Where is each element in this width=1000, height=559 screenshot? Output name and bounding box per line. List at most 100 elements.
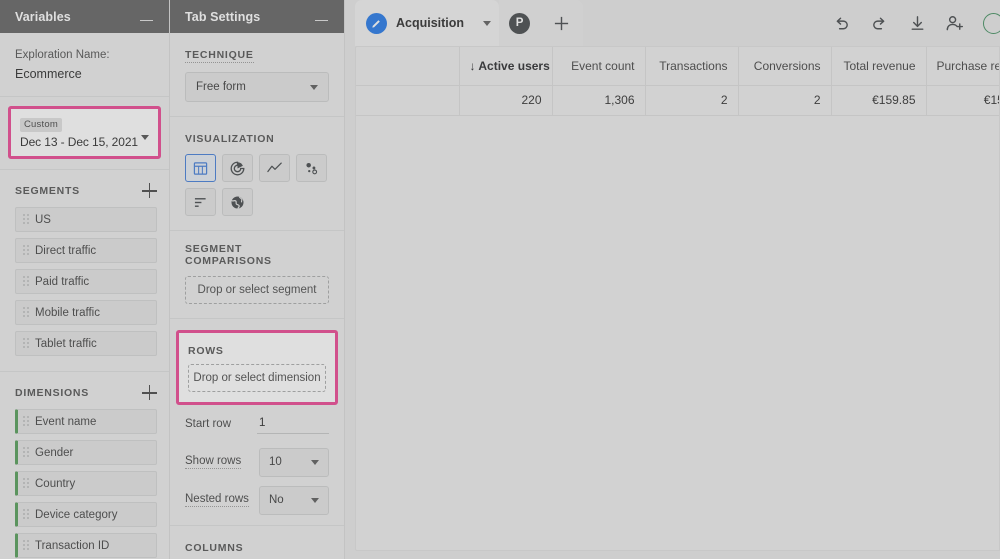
dimensions-header: DIMENSIONS	[15, 385, 157, 400]
segment-chip-us[interactable]: US	[15, 207, 157, 232]
chevron-down-icon	[141, 134, 149, 140]
table-chart-icon[interactable]	[185, 154, 216, 182]
segment-chip-mobile-traffic[interactable]: Mobile traffic	[15, 300, 157, 325]
nested-rows-select[interactable]: No	[259, 485, 329, 515]
table-header-event-count[interactable]: Event count	[552, 47, 646, 86]
redo-icon[interactable]	[869, 13, 889, 33]
free-form-table: ↓ Active users Event count Transactions …	[356, 47, 999, 116]
technique-select[interactable]: Free form	[185, 72, 329, 102]
segments-title: SEGMENTS	[15, 184, 80, 197]
rows-section: ROWS Drop or select dimension Start row …	[170, 319, 344, 526]
start-row-input[interactable]: 1	[257, 414, 329, 434]
main-content: Acquisition P ↓ Active users Event count…	[345, 0, 1000, 559]
segment-chip-tablet-traffic[interactable]: Tablet traffic	[15, 331, 157, 356]
table-header-transactions[interactable]: Transactions	[645, 47, 739, 86]
show-rows-select[interactable]: 10	[259, 447, 329, 477]
circle-icon[interactable]	[983, 12, 1000, 34]
donut-chart-icon[interactable]	[222, 154, 253, 182]
columns-section: COLUMNS Drop or select dimension Start c…	[170, 526, 344, 559]
segment-chip-paid-traffic[interactable]: Paid traffic	[15, 269, 157, 294]
exploration-name-section: Exploration Name: Ecommerce	[0, 33, 169, 97]
visualization-label: VISUALIZATION	[185, 133, 275, 145]
line-chart-icon[interactable]	[259, 154, 290, 182]
date-range-section: Custom Dec 13 - Dec 15, 2021	[0, 97, 169, 170]
drag-handle-icon	[23, 214, 30, 225]
report-toolbar: Acquisition P	[355, 0, 1000, 46]
tab-profile[interactable]: P	[499, 0, 541, 46]
segment-comparisons-section: SEGMENT COMPARISONS Drop or select segme…	[170, 231, 344, 319]
add-dimension-plus-icon[interactable]	[142, 385, 157, 400]
nested-rows-value: No	[269, 494, 284, 506]
dimension-chip-country[interactable]: Country	[15, 471, 157, 496]
dimensions-title: DIMENSIONS	[15, 386, 90, 399]
totals-cell-purchase-revenue: €159	[926, 85, 999, 116]
rows-highlight-box: ROWS Drop or select dimension	[176, 330, 338, 405]
minimize-icon[interactable]	[140, 10, 155, 23]
drag-handle-icon	[23, 509, 30, 520]
edit-pencil-icon	[366, 12, 387, 34]
columns-label: COLUMNS	[185, 542, 244, 554]
download-icon[interactable]	[907, 13, 927, 33]
nested-rows-control: Nested rows No	[170, 481, 344, 519]
chevron-down-icon[interactable]	[483, 20, 492, 26]
dimension-chip-device-category[interactable]: Device category	[15, 502, 157, 527]
visualization-section: VISUALIZATION	[170, 117, 344, 231]
start-row-control: Start row 1	[170, 405, 344, 443]
dimension-chip-transaction-id[interactable]: Transaction ID	[15, 533, 157, 558]
segment-label: US	[35, 213, 51, 226]
profile-avatar-icon: P	[509, 12, 531, 34]
table-header-purchase-revenue[interactable]: Purchase reven	[926, 47, 999, 86]
geo-map-icon[interactable]	[222, 188, 253, 216]
table-header-conversions[interactable]: Conversions	[738, 47, 832, 86]
rows-dropzone[interactable]: Drop or select dimension	[188, 364, 326, 392]
exploration-canvas: ↓ Active users Event count Transactions …	[355, 46, 1000, 551]
table-header-active-users[interactable]: ↓ Active users	[459, 47, 553, 86]
start-row-label: Start row	[185, 418, 232, 430]
show-rows-value: 10	[269, 456, 282, 468]
dimension-label: Event name	[35, 415, 97, 428]
dimension-chip-gender[interactable]: Gender	[15, 440, 157, 465]
tab-acquisition-label: Acquisition	[396, 16, 465, 30]
undo-icon[interactable]	[831, 13, 851, 33]
totals-cell-dimension	[356, 85, 460, 116]
technique-section: TECHNIQUE Free form	[170, 33, 344, 117]
tab-settings-panel-title: Tab Settings	[185, 9, 261, 24]
visualization-options	[185, 154, 330, 216]
add-tab-button[interactable]	[540, 0, 584, 46]
rows-label: ROWS	[188, 345, 224, 357]
scatter-chart-icon[interactable]	[296, 154, 327, 182]
share-add-person-icon[interactable]	[945, 13, 965, 33]
dimension-label: Device category	[35, 508, 118, 521]
dimension-label: Transaction ID	[35, 539, 110, 552]
exploration-name-value[interactable]: Ecommerce	[15, 65, 155, 84]
dimensions-section: DIMENSIONS Event name Gender Country Dev…	[0, 372, 169, 559]
variables-panel: Variables Exploration Name: Ecommerce Cu…	[0, 0, 170, 559]
dimension-chip-event-name[interactable]: Event name	[15, 409, 157, 434]
bar-chart-icon[interactable]	[185, 188, 216, 216]
segment-label: Mobile traffic	[35, 306, 100, 319]
date-range-selector[interactable]: Custom Dec 13 - Dec 15, 2021	[8, 106, 161, 159]
segment-comparisons-label: SEGMENT COMPARISONS	[185, 243, 272, 267]
add-segment-plus-icon[interactable]	[142, 183, 157, 198]
minimize-icon[interactable]	[315, 10, 330, 23]
table-header-row: ↓ Active users Event count Transactions …	[356, 47, 999, 86]
drag-handle-icon	[23, 447, 30, 458]
toolbar-actions	[831, 0, 1000, 46]
drag-handle-icon	[23, 416, 30, 427]
dimension-label: Gender	[35, 446, 74, 459]
segments-section: SEGMENTS US Direct traffic Paid traffic …	[0, 170, 169, 372]
segment-chip-direct-traffic[interactable]: Direct traffic	[15, 238, 157, 263]
show-rows-label: Show rows	[185, 455, 242, 469]
tab-acquisition[interactable]: Acquisition	[355, 0, 500, 46]
tab-settings-panel: Tab Settings TECHNIQUE Free form VISUALI…	[170, 0, 345, 559]
segments-header: SEGMENTS	[15, 183, 157, 198]
show-rows-control: Show rows 10	[170, 443, 344, 481]
segment-comparisons-dropzone[interactable]: Drop or select segment	[185, 276, 329, 304]
table-header-dimension[interactable]	[356, 47, 460, 86]
table-header-total-revenue[interactable]: Total revenue	[831, 47, 927, 86]
date-range-chip: Custom	[20, 118, 62, 132]
totals-cell-active-users: 220	[459, 85, 553, 116]
drag-handle-icon	[23, 338, 30, 349]
totals-cell-event-count: 1,306	[552, 85, 646, 116]
plus-icon	[554, 16, 569, 30]
